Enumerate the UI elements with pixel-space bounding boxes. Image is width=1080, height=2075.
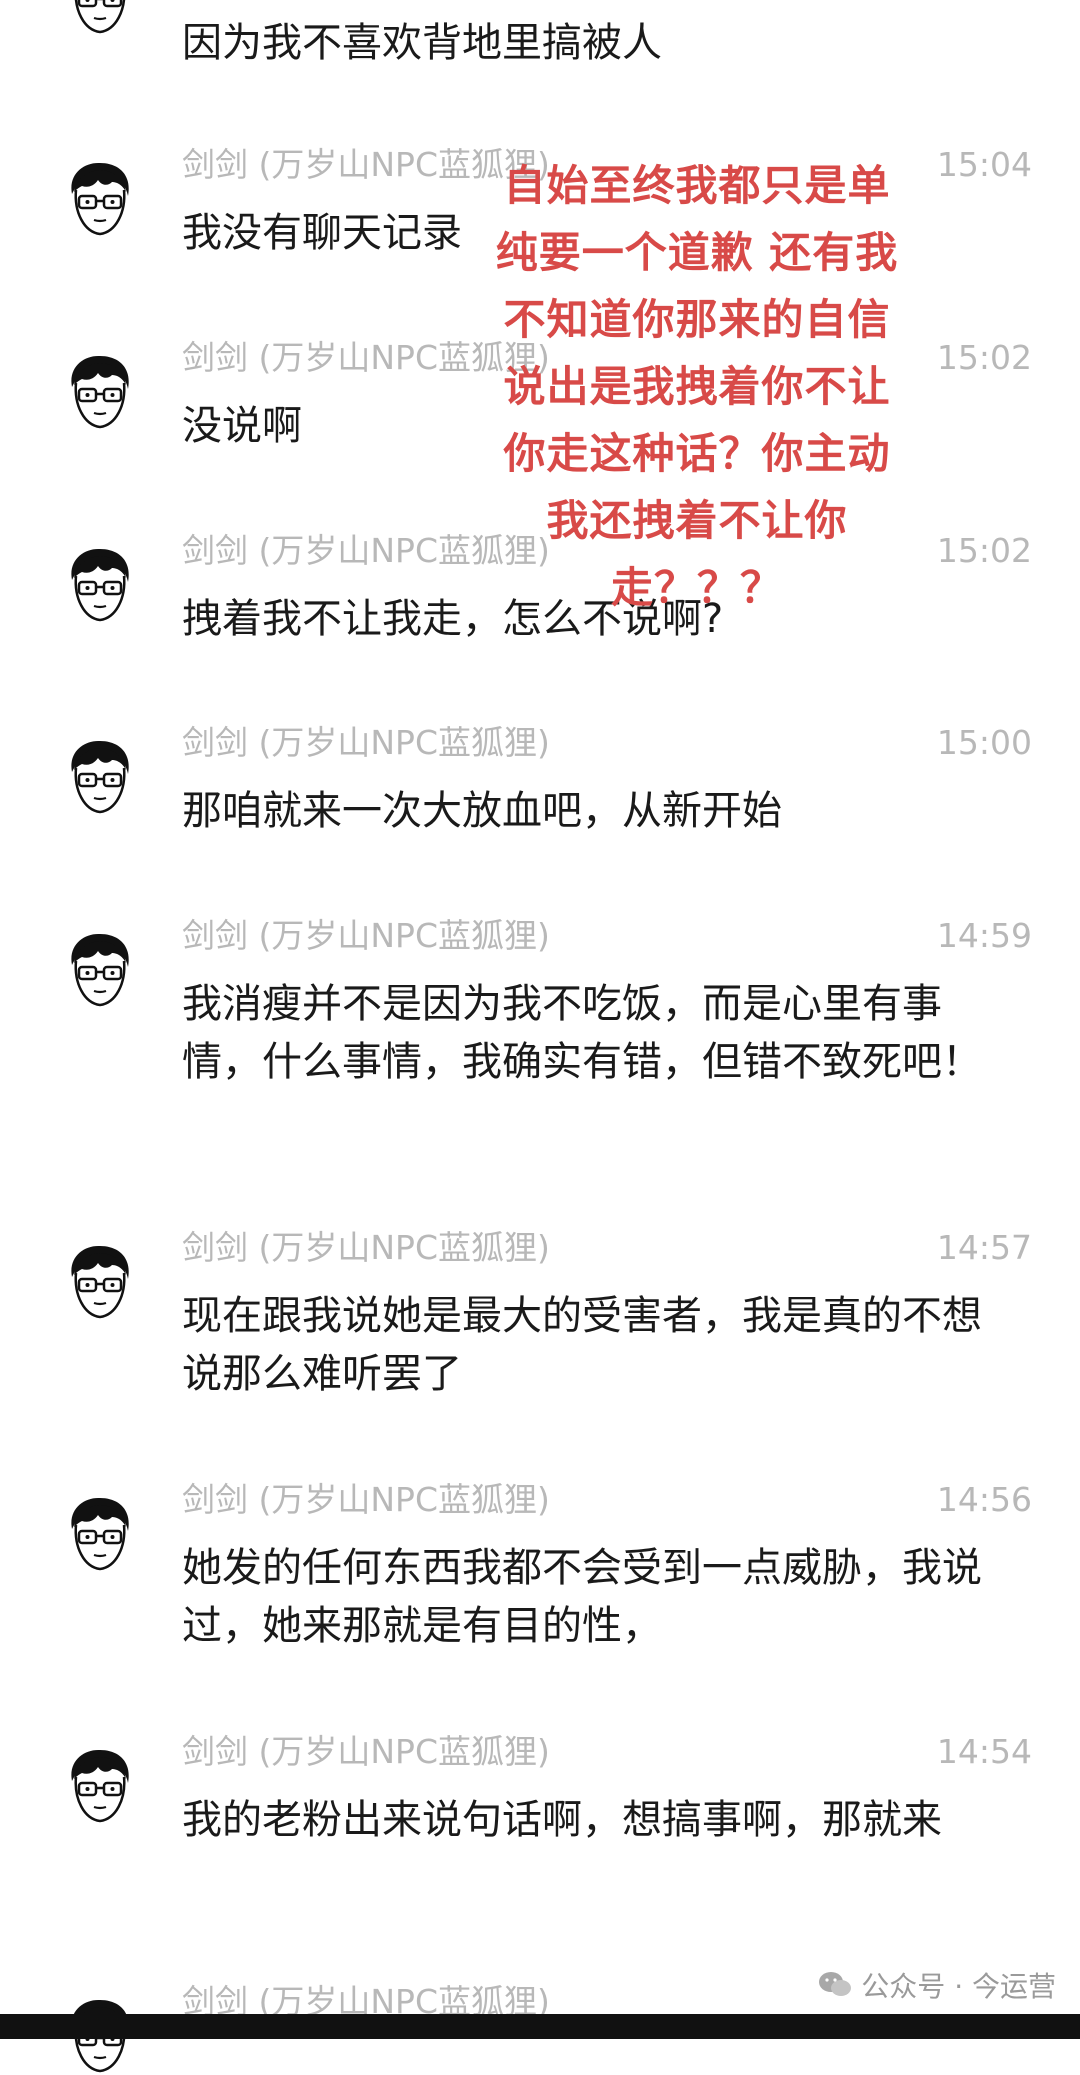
sender-name[interactable]: 剑剑 (万岁山NPC蓝狐狸): [182, 718, 550, 768]
avatar-icon: [70, 1496, 130, 1571]
annotation-line: 你走这种话？你主动: [503, 429, 891, 478]
message-text: 现在跟我说她是最大的受害者，我是真的不想说那么难听罢了: [182, 1293, 982, 1397]
message-text: 她发的任何东西我都不会受到一点威胁，我说过，她来那就是有目的性，: [182, 1545, 982, 1649]
avatar-icon: [70, 932, 130, 1007]
message-time: 15:02: [936, 531, 1032, 570]
avatar[interactable]: [64, 1243, 136, 1321]
message-time: 14:54: [936, 1732, 1032, 1771]
avatar[interactable]: [64, 0, 136, 36]
message-time: 15:00: [936, 723, 1032, 762]
message-text: 因为我不喜欢背地里搞被人: [182, 20, 662, 66]
avatar-icon: [70, 161, 130, 236]
message-time: 14:56: [936, 1480, 1032, 1519]
annotation-line: 自始至终我都只是单: [503, 161, 891, 210]
avatar[interactable]: [64, 931, 136, 1009]
avatar-icon: [70, 1748, 130, 1823]
avatar-icon: [70, 547, 130, 622]
message-time: 14:57: [936, 1228, 1032, 1267]
sender-name[interactable]: 剑剑 (万岁山NPC蓝狐狸): [182, 1223, 550, 1273]
annotation-line: 我还拽着不让你: [546, 496, 848, 545]
avatar[interactable]: [64, 353, 136, 431]
watermark-text: 公众号 · 今运营: [861, 1970, 1056, 2003]
message-time: 15:04: [936, 145, 1032, 184]
message-time: 15:02: [936, 338, 1032, 377]
avatar[interactable]: [64, 738, 136, 816]
sender-name[interactable]: 剑剑 (万岁山NPC蓝狐狸): [182, 911, 550, 961]
message-text: 那咱就来一次大放血吧，从新开始: [182, 788, 782, 834]
annotation-line: 走？？？: [610, 563, 783, 612]
avatar-icon: [70, 1244, 130, 1319]
avatar-icon: [70, 0, 130, 34]
message-text: 我的老粉出来说句话啊，想搞事啊，那就来: [182, 1797, 942, 1843]
chat-history: 因为我不喜欢背地里搞被人 剑剑 (万岁山NPC蓝狐狸) 15:04 我没有聊天记…: [0, 0, 1080, 2073]
message-time: 14:59: [936, 916, 1032, 955]
watermark: 公众号 · 今运营: [817, 1962, 1056, 2008]
sender-name[interactable]: 剑剑 (万岁山NPC蓝狐狸): [182, 1727, 550, 1777]
avatar[interactable]: [64, 160, 136, 238]
sender-name[interactable]: 剑剑 (万岁山NPC蓝狐狸): [182, 1475, 550, 1525]
annotation-line: 纯要一个道歉 还有我: [495, 228, 899, 277]
avatar-icon: [70, 739, 130, 814]
avatar-icon: [70, 354, 130, 429]
annotation-line: 不知道你那来的自信: [503, 295, 891, 344]
wechat-icon: [819, 1972, 852, 1996]
annotation-line: 说出是我拽着你不让: [503, 362, 891, 411]
bottom-bar: [0, 2014, 1080, 2039]
avatar[interactable]: [64, 1495, 136, 1573]
message-text: 我消瘦并不是因为我不吃饭，而是心里有事情，什么事情，我确实有错，但错不致死吧！: [182, 981, 982, 1085]
avatar[interactable]: [64, 1747, 136, 1825]
annotation-overlay: 自始至终我都只是单 纯要一个道歉 还有我 不知道你那来的自信 说出是我拽着你不让…: [462, 152, 932, 621]
avatar[interactable]: [64, 546, 136, 624]
